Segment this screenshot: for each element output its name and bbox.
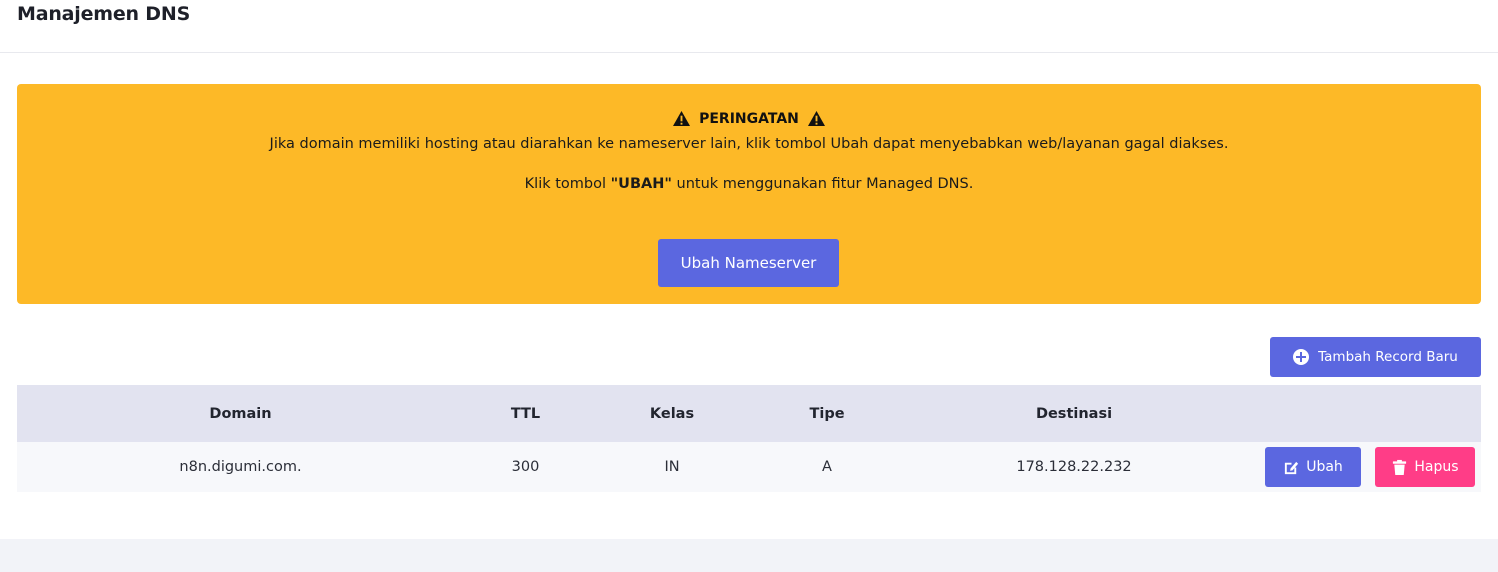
column-header-domain: Domain [209,405,272,422]
cell-actions: Ubah Hapus [1251,442,1481,492]
alert-title: PERINGATAN [17,110,1481,127]
warning-alert: PERINGATAN Jika domain memiliki hosting … [17,84,1481,304]
cell-tipe: A [822,459,832,475]
alert-title-text: PERINGATAN [699,110,799,127]
alert-instruction: Klik tombol "UBAH" untuk menggunakan fit… [17,176,1481,192]
page-title: Manajemen DNS [17,3,191,25]
alert-instruction-bold: "UBAH" [610,176,672,192]
change-nameserver-button[interactable]: Ubah Nameserver [658,239,839,287]
cell-ttl: 300 [511,459,540,475]
column-header-actions [1251,385,1481,442]
column-header-destinasi: Destinasi [1035,405,1113,422]
alert-instruction-prefix: Klik tombol [524,176,611,192]
warning-triangle-icon [673,110,691,127]
page-header: Manajemen DNS [0,0,1498,53]
alert-message: Jika domain memiliki hosting atau diarah… [269,136,1229,152]
table-header-row: Domain TTL Kelas Tipe Destinasi [17,385,1481,442]
edit-label: Ubah [1306,459,1343,475]
warning-triangle-icon [807,110,825,127]
column-header-tipe: Tipe [809,405,845,422]
add-record-label: Tambah Record Baru [1318,349,1458,365]
column-header-kelas: Kelas [649,405,695,422]
alert-instruction-suffix: untuk menggunakan fitur Managed DNS. [671,176,974,192]
edit-record-button[interactable]: Ubah [1265,447,1361,487]
add-record-button[interactable]: Tambah Record Baru [1270,337,1481,377]
edit-icon [1285,461,1299,474]
cell-domain: n8n.digumi.com. [179,459,302,475]
table-row: n8n.digumi.com. 300 IN A 178.128.22.232 … [17,442,1481,492]
cell-destinasi: 178.128.22.232 [1016,459,1132,475]
plus-circle-icon [1293,349,1310,365]
page-footer [0,539,1498,572]
trash-icon [1393,459,1407,475]
dns-records-table: Domain TTL Kelas Tipe Destinasi n8n.digu… [17,385,1481,492]
column-header-ttl: TTL [510,405,541,422]
delete-record-button[interactable]: Hapus [1375,447,1475,487]
delete-label: Hapus [1414,459,1459,475]
cell-kelas: IN [664,459,680,475]
